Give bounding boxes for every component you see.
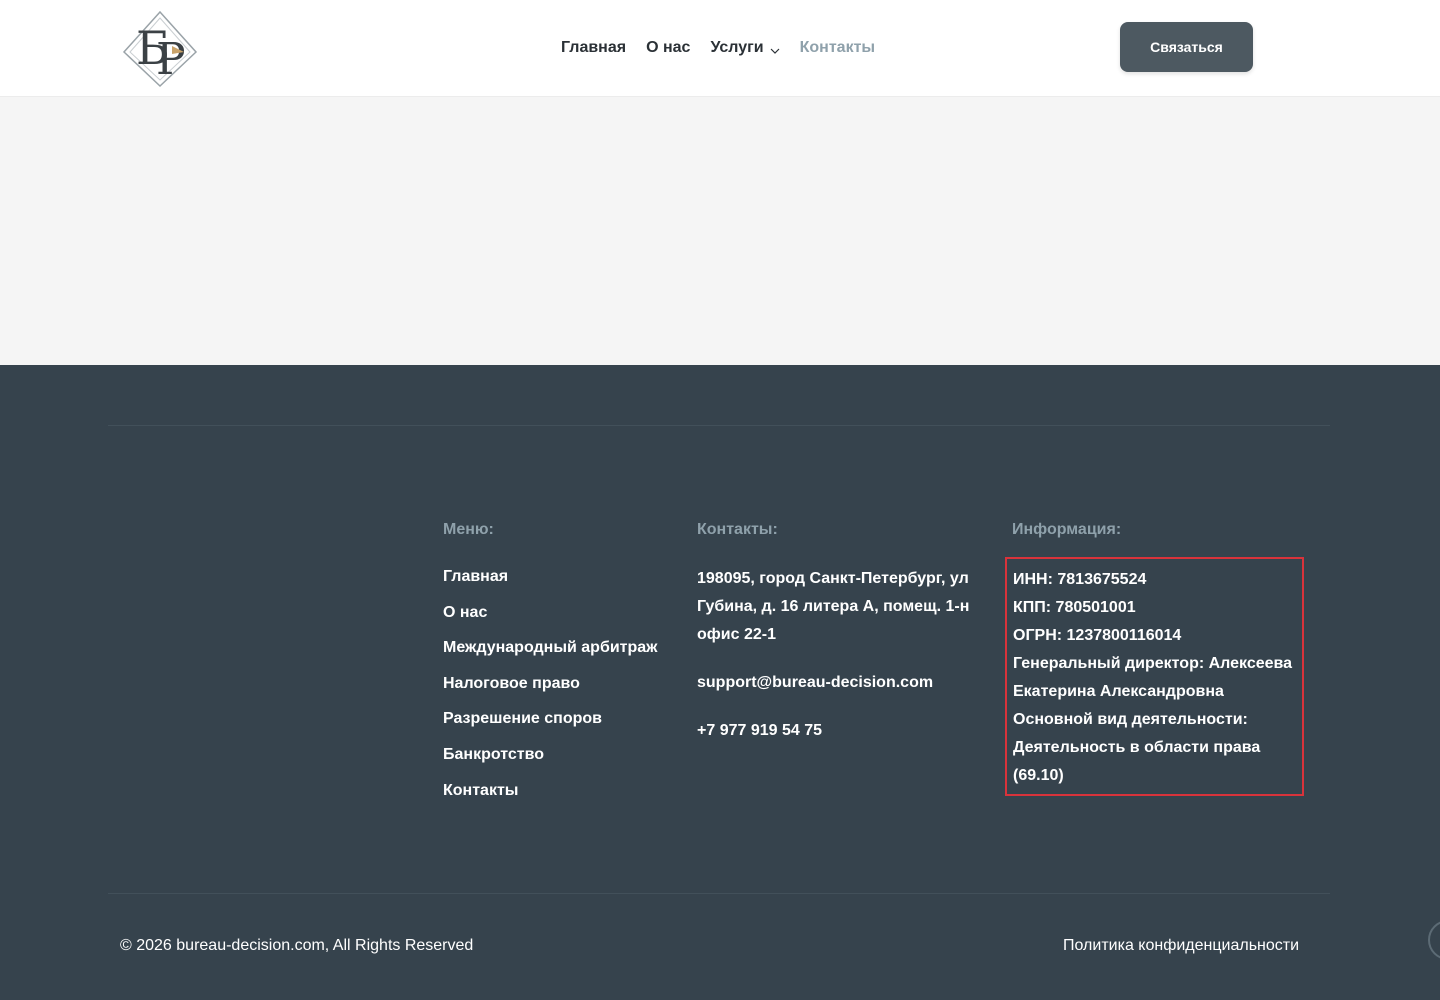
footer-menu: Главная О нас Международный арбитраж Нал… [443, 565, 658, 814]
footer-menu-item[interactable]: Налоговое право [443, 672, 658, 708]
nav-item-label: Контакты [799, 39, 876, 56]
kpp-text: КПП: 780501001 [1013, 599, 1136, 616]
menu-title: Меню: [443, 521, 494, 538]
footer-menu-item[interactable]: О нас [443, 601, 658, 637]
nav-item-services[interactable]: Услуги [710, 39, 780, 57]
copyright-text: © 2026 bureau-decision.com, All Rights R… [120, 937, 474, 954]
email-link[interactable]: support@bureau-decision.com [697, 669, 992, 697]
phone-link[interactable]: +7 977 919 54 75 [697, 717, 992, 745]
scroll-top-button[interactable] [1428, 920, 1440, 960]
company-info-box: ИНН: 7813675524 КПП: 780501001 ОГРН: 123… [1005, 557, 1304, 796]
site-header: Б Р Главная О нас Услуги Контакты Связат… [0, 0, 1440, 97]
nav-item-home[interactable]: Главная [561, 39, 626, 57]
contact-button[interactable]: Связаться [1120, 22, 1253, 72]
nav-item-label: О нас [646, 39, 691, 56]
footer-bottom-divider [108, 893, 1330, 894]
address-text: 198095, город Санкт-Петербург, ул Губина… [697, 570, 970, 643]
footer-menu-item[interactable]: Главная [443, 565, 658, 601]
director-text: Генеральный директор: Алексеева Екатерин… [1013, 655, 1293, 700]
ogrn-text: ОГРН: 1237800116014 [1013, 627, 1182, 644]
nav-item-label: Главная [561, 39, 627, 56]
logo[interactable]: Б Р [120, 8, 200, 88]
contacts-title: Контакты: [697, 521, 778, 538]
footer-menu-item[interactable]: Банкротство [443, 743, 658, 779]
info-title: Информация: [1012, 521, 1122, 538]
footer-menu-item[interactable]: Международный арбитраж [443, 636, 658, 672]
site-footer: Меню: Главная О нас Международный арбитр… [0, 365, 1440, 1000]
main-nav: Главная О нас Услуги Контакты [561, 36, 895, 60]
activity-text: Основной вид деятельности: Деятельность … [1013, 711, 1261, 784]
svg-text:Р: Р [156, 34, 186, 85]
nav-item-label: Услуги [710, 39, 764, 56]
footer-divider [108, 425, 1330, 426]
footer-menu-item[interactable]: Контакты [443, 779, 658, 815]
nav-item-contacts[interactable]: Контакты [800, 39, 875, 57]
footer-contacts: 198095, город Санкт-Петербург, ул Губина… [697, 565, 992, 745]
chevron-down-icon [770, 43, 780, 54]
inn-text: ИНН: 7813675524 [1013, 571, 1147, 588]
privacy-policy-link[interactable]: Политика конфиденциальности [1063, 937, 1299, 955]
footer-menu-item[interactable]: Разрешение споров [443, 707, 658, 743]
nav-item-about[interactable]: О нас [646, 39, 690, 57]
